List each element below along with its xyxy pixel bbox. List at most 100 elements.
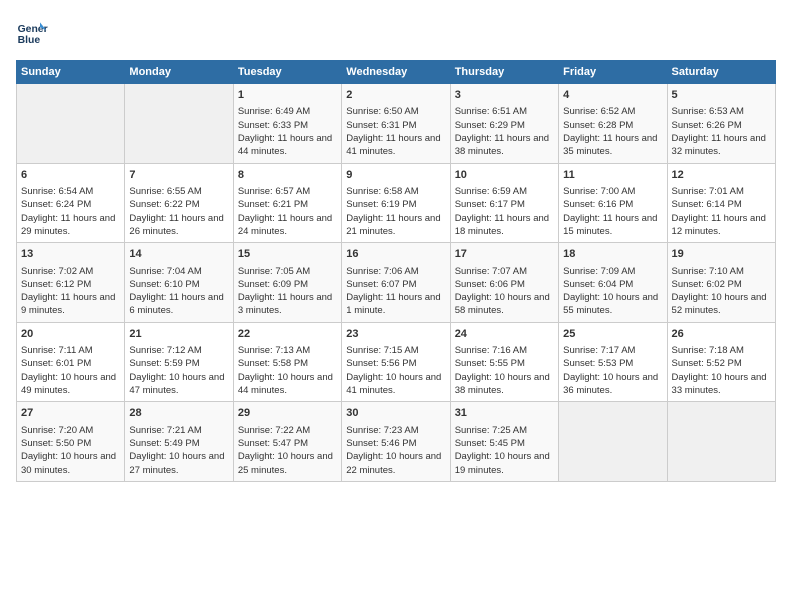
calendar-week-row: 1 Sunrise: 6:49 AM Sunset: 6:33 PM Daylig… xyxy=(17,84,776,164)
day-number: 2 xyxy=(346,88,445,103)
day-number: 18 xyxy=(563,247,662,262)
day-number: 17 xyxy=(455,247,554,262)
calendar-day-cell: 27 Sunrise: 7:20 AM Sunset: 5:50 PM Dayli… xyxy=(17,402,125,482)
header-row: SundayMondayTuesdayWednesdayThursdayFrid… xyxy=(17,61,776,84)
day-info: Sunrise: 6:59 AM Sunset: 6:17 PM Dayligh… xyxy=(455,185,554,238)
day-info: Sunrise: 7:21 AM Sunset: 5:49 PM Dayligh… xyxy=(129,424,228,477)
calendar-day-cell: 15 Sunrise: 7:05 AM Sunset: 6:09 PM Dayli… xyxy=(233,243,341,323)
day-number: 8 xyxy=(238,168,337,183)
day-info: Sunrise: 7:04 AM Sunset: 6:10 PM Dayligh… xyxy=(129,265,228,318)
calendar-day-cell: 25 Sunrise: 7:17 AM Sunset: 5:53 PM Dayli… xyxy=(559,322,667,402)
day-info: Sunrise: 7:01 AM Sunset: 6:14 PM Dayligh… xyxy=(672,185,771,238)
day-info: Sunrise: 6:57 AM Sunset: 6:21 PM Dayligh… xyxy=(238,185,337,238)
day-info: Sunrise: 7:00 AM Sunset: 6:16 PM Dayligh… xyxy=(563,185,662,238)
day-info: Sunrise: 6:52 AM Sunset: 6:28 PM Dayligh… xyxy=(563,105,662,158)
header-day: Monday xyxy=(125,61,233,84)
day-number: 26 xyxy=(672,327,771,342)
calendar-week-row: 20 Sunrise: 7:11 AM Sunset: 6:01 PM Dayli… xyxy=(17,322,776,402)
day-number: 29 xyxy=(238,406,337,421)
day-info: Sunrise: 7:10 AM Sunset: 6:02 PM Dayligh… xyxy=(672,265,771,318)
page-header: General Blue xyxy=(16,16,776,48)
calendar-day-cell: 11 Sunrise: 7:00 AM Sunset: 6:16 PM Dayli… xyxy=(559,163,667,243)
day-number: 1 xyxy=(238,88,337,103)
day-number: 25 xyxy=(563,327,662,342)
calendar-week-row: 13 Sunrise: 7:02 AM Sunset: 6:12 PM Dayli… xyxy=(17,243,776,323)
day-info: Sunrise: 7:23 AM Sunset: 5:46 PM Dayligh… xyxy=(346,424,445,477)
day-number: 23 xyxy=(346,327,445,342)
calendar-day-cell: 28 Sunrise: 7:21 AM Sunset: 5:49 PM Dayli… xyxy=(125,402,233,482)
calendar-day-cell: 21 Sunrise: 7:12 AM Sunset: 5:59 PM Dayli… xyxy=(125,322,233,402)
day-info: Sunrise: 7:02 AM Sunset: 6:12 PM Dayligh… xyxy=(21,265,120,318)
calendar-day-cell: 26 Sunrise: 7:18 AM Sunset: 5:52 PM Dayli… xyxy=(667,322,775,402)
calendar-body: 1 Sunrise: 6:49 AM Sunset: 6:33 PM Daylig… xyxy=(17,84,776,482)
day-number: 11 xyxy=(563,168,662,183)
day-number: 9 xyxy=(346,168,445,183)
calendar-day-cell: 29Sunrise: 7:22 AM Sunset: 5:47 PM Dayli… xyxy=(233,402,341,482)
day-number: 21 xyxy=(129,327,228,342)
day-info: Sunrise: 6:58 AM Sunset: 6:19 PM Dayligh… xyxy=(346,185,445,238)
day-info: Sunrise: 6:55 AM Sunset: 6:22 PM Dayligh… xyxy=(129,185,228,238)
logo-icon: General Blue xyxy=(16,16,48,48)
header-day: Tuesday xyxy=(233,61,341,84)
day-number: 14 xyxy=(129,247,228,262)
day-number: 31 xyxy=(455,406,554,421)
day-info: Sunrise: 7:17 AM Sunset: 5:53 PM Dayligh… xyxy=(563,344,662,397)
calendar-day-cell: 16Sunrise: 7:06 AM Sunset: 6:07 PM Dayli… xyxy=(342,243,450,323)
day-number: 27 xyxy=(21,406,120,421)
day-number: 15 xyxy=(238,247,337,262)
day-number: 19 xyxy=(672,247,771,262)
calendar-day-cell: 8 Sunrise: 6:57 AM Sunset: 6:21 PM Daylig… xyxy=(233,163,341,243)
calendar-header: SundayMondayTuesdayWednesdayThursdayFrid… xyxy=(17,61,776,84)
day-info: Sunrise: 6:54 AM Sunset: 6:24 PM Dayligh… xyxy=(21,185,120,238)
calendar-day-cell xyxy=(125,84,233,164)
calendar-day-cell: 6 Sunrise: 6:54 AM Sunset: 6:24 PM Daylig… xyxy=(17,163,125,243)
day-number: 13 xyxy=(21,247,120,262)
header-day: Saturday xyxy=(667,61,775,84)
calendar-day-cell: 2Sunrise: 6:50 AM Sunset: 6:31 PM Daylig… xyxy=(342,84,450,164)
calendar-week-row: 6 Sunrise: 6:54 AM Sunset: 6:24 PM Daylig… xyxy=(17,163,776,243)
day-number: 28 xyxy=(129,406,228,421)
calendar-day-cell: 20 Sunrise: 7:11 AM Sunset: 6:01 PM Dayli… xyxy=(17,322,125,402)
calendar-day-cell: 3Sunrise: 6:51 AM Sunset: 6:29 PM Daylig… xyxy=(450,84,558,164)
calendar-day-cell xyxy=(559,402,667,482)
day-info: Sunrise: 7:06 AM Sunset: 6:07 PM Dayligh… xyxy=(346,265,445,318)
calendar-day-cell: 18 Sunrise: 7:09 AM Sunset: 6:04 PM Dayli… xyxy=(559,243,667,323)
calendar-day-cell: 7 Sunrise: 6:55 AM Sunset: 6:22 PM Daylig… xyxy=(125,163,233,243)
header-day: Friday xyxy=(559,61,667,84)
calendar-day-cell: 10 Sunrise: 6:59 AM Sunset: 6:17 PM Dayli… xyxy=(450,163,558,243)
calendar-day-cell: 23 Sunrise: 7:15 AM Sunset: 5:56 PM Dayli… xyxy=(342,322,450,402)
svg-text:Blue: Blue xyxy=(18,35,41,46)
calendar-day-cell: 9 Sunrise: 6:58 AM Sunset: 6:19 PM Daylig… xyxy=(342,163,450,243)
day-info: Sunrise: 6:49 AM Sunset: 6:33 PM Dayligh… xyxy=(238,105,337,158)
day-info: Sunrise: 7:20 AM Sunset: 5:50 PM Dayligh… xyxy=(21,424,120,477)
calendar-day-cell: 31 Sunrise: 7:25 AM Sunset: 5:45 PM Dayli… xyxy=(450,402,558,482)
day-info: Sunrise: 7:15 AM Sunset: 5:56 PM Dayligh… xyxy=(346,344,445,397)
header-day: Thursday xyxy=(450,61,558,84)
header-day: Sunday xyxy=(17,61,125,84)
calendar-day-cell: 4 Sunrise: 6:52 AM Sunset: 6:28 PM Daylig… xyxy=(559,84,667,164)
calendar-day-cell xyxy=(17,84,125,164)
day-info: Sunrise: 7:18 AM Sunset: 5:52 PM Dayligh… xyxy=(672,344,771,397)
calendar-week-row: 27 Sunrise: 7:20 AM Sunset: 5:50 PM Dayli… xyxy=(17,402,776,482)
day-number: 12 xyxy=(672,168,771,183)
day-number: 4 xyxy=(563,88,662,103)
day-number: 20 xyxy=(21,327,120,342)
day-info: Sunrise: 7:11 AM Sunset: 6:01 PM Dayligh… xyxy=(21,344,120,397)
calendar-day-cell: 13 Sunrise: 7:02 AM Sunset: 6:12 PM Dayli… xyxy=(17,243,125,323)
day-number: 24 xyxy=(455,327,554,342)
day-number: 10 xyxy=(455,168,554,183)
day-info: Sunrise: 7:25 AM Sunset: 5:45 PM Dayligh… xyxy=(455,424,554,477)
day-info: Sunrise: 7:12 AM Sunset: 5:59 PM Dayligh… xyxy=(129,344,228,397)
day-info: Sunrise: 7:09 AM Sunset: 6:04 PM Dayligh… xyxy=(563,265,662,318)
calendar-day-cell: 17 Sunrise: 7:07 AM Sunset: 6:06 PM Dayli… xyxy=(450,243,558,323)
day-number: 6 xyxy=(21,168,120,183)
calendar-day-cell: 5Sunrise: 6:53 AM Sunset: 6:26 PM Daylig… xyxy=(667,84,775,164)
logo: General Blue xyxy=(16,16,52,48)
day-info: Sunrise: 7:07 AM Sunset: 6:06 PM Dayligh… xyxy=(455,265,554,318)
calendar-day-cell: 1 Sunrise: 6:49 AM Sunset: 6:33 PM Daylig… xyxy=(233,84,341,164)
day-number: 7 xyxy=(129,168,228,183)
calendar-day-cell: 30Sunrise: 7:23 AM Sunset: 5:46 PM Dayli… xyxy=(342,402,450,482)
day-number: 5 xyxy=(672,88,771,103)
day-info: Sunrise: 7:05 AM Sunset: 6:09 PM Dayligh… xyxy=(238,265,337,318)
day-info: Sunrise: 7:13 AM Sunset: 5:58 PM Dayligh… xyxy=(238,344,337,397)
